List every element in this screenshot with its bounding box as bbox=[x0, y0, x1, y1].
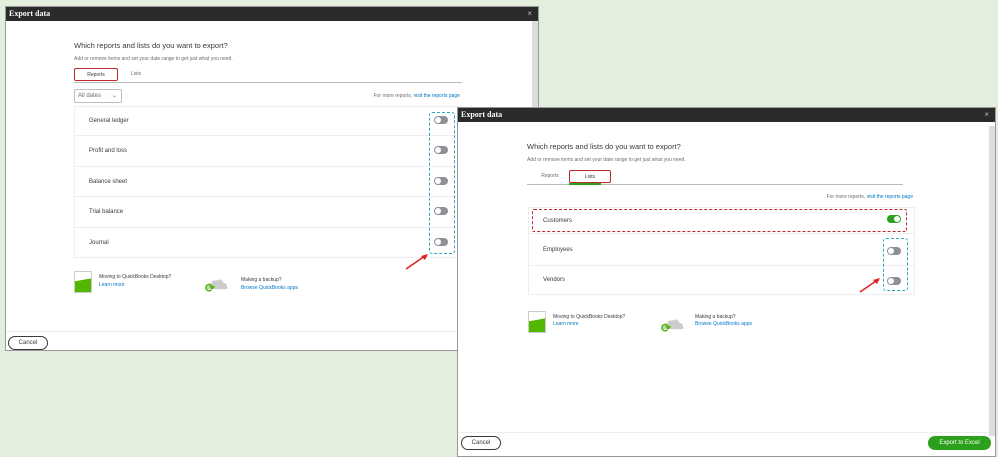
promo-title: Moving to QuickBooks Desktop? bbox=[99, 274, 172, 280]
subtext: Add or remove items and set your date ra… bbox=[527, 157, 686, 163]
cancel-button[interactable]: Cancel bbox=[8, 336, 48, 350]
list-row: Employees bbox=[528, 234, 915, 266]
row-label: Vendors bbox=[543, 277, 566, 283]
export-dialog-lists: Export data × Which reports and lists do… bbox=[457, 107, 996, 457]
annotation-arrow bbox=[405, 254, 428, 270]
cancel-button[interactable]: Cancel bbox=[461, 436, 501, 450]
tab-reports[interactable]: Reports bbox=[535, 170, 565, 183]
more-prefix: For more reports, bbox=[373, 93, 413, 99]
report-row: Profit and loss bbox=[74, 136, 462, 167]
row-label: Balance sheet bbox=[89, 178, 128, 185]
subtext: Add or remove items and set your date ra… bbox=[74, 56, 233, 62]
more-reports-text: For more reports, visit the reports page bbox=[374, 93, 460, 99]
footer-divider bbox=[458, 432, 989, 433]
heading: Which reports and lists do you want to e… bbox=[74, 41, 228, 50]
heading: Which reports and lists do you want to e… bbox=[527, 142, 681, 151]
dialog-title: Export data bbox=[6, 7, 538, 21]
export-to-excel-button[interactable]: Export to Excel bbox=[928, 436, 991, 450]
chevron-down-icon: ⌄ bbox=[111, 93, 117, 99]
close-icon[interactable]: × bbox=[527, 7, 532, 21]
report-row: Trial balance bbox=[74, 197, 462, 228]
tab-lists[interactable]: Lists bbox=[124, 68, 148, 81]
row-label: Profit and loss bbox=[89, 148, 128, 154]
learn-more-link[interactable]: Learn more bbox=[553, 321, 579, 327]
date-filter-value: All dates bbox=[78, 93, 102, 99]
dialog-title: Export data bbox=[458, 108, 995, 122]
annotation-box bbox=[429, 112, 455, 254]
promo-title: Moving to QuickBooks Desktop? bbox=[553, 314, 626, 320]
quickbooks-desktop-icon bbox=[528, 311, 546, 333]
tab-reports[interactable]: Reports bbox=[74, 68, 118, 81]
reports-page-link[interactable]: visit the reports page bbox=[867, 194, 913, 200]
learn-more-link[interactable]: Learn more bbox=[99, 282, 125, 288]
browse-apps-link[interactable]: Browse QuickBooks apps bbox=[241, 285, 298, 291]
close-icon[interactable]: × bbox=[984, 108, 989, 122]
date-filter-select[interactable]: All dates ⌄ bbox=[74, 89, 122, 103]
browse-apps-link[interactable]: Browse QuickBooks apps bbox=[695, 321, 752, 327]
highlight-box bbox=[532, 209, 907, 232]
annotation-arrow bbox=[859, 278, 880, 293]
scrollbar[interactable] bbox=[989, 126, 995, 436]
active-tab-indicator bbox=[569, 183, 601, 185]
row-label: General ledger bbox=[89, 118, 129, 124]
footer-divider bbox=[6, 331, 532, 332]
row-label: Trial balance bbox=[89, 209, 124, 215]
sync-icon: ⟳ bbox=[205, 281, 216, 295]
tab-lists[interactable]: Lists bbox=[569, 170, 611, 183]
quickbooks-desktop-icon bbox=[74, 271, 92, 293]
report-row: Balance sheet bbox=[74, 167, 462, 197]
sync-icon: ⟳ bbox=[661, 321, 672, 335]
more-prefix: For more reports, bbox=[826, 194, 866, 200]
annotation-box bbox=[883, 238, 908, 291]
row-label: Journal bbox=[89, 239, 109, 246]
promo-title: Making a backup? bbox=[241, 277, 282, 283]
tab-divider bbox=[74, 82, 462, 83]
reports-page-link[interactable]: visit the reports page bbox=[414, 93, 460, 99]
row-label: Employees bbox=[543, 246, 573, 253]
report-row: General ledger bbox=[74, 106, 462, 136]
promo-title: Making a backup? bbox=[695, 314, 736, 320]
more-reports-text: For more reports, visit the reports page bbox=[827, 194, 913, 200]
